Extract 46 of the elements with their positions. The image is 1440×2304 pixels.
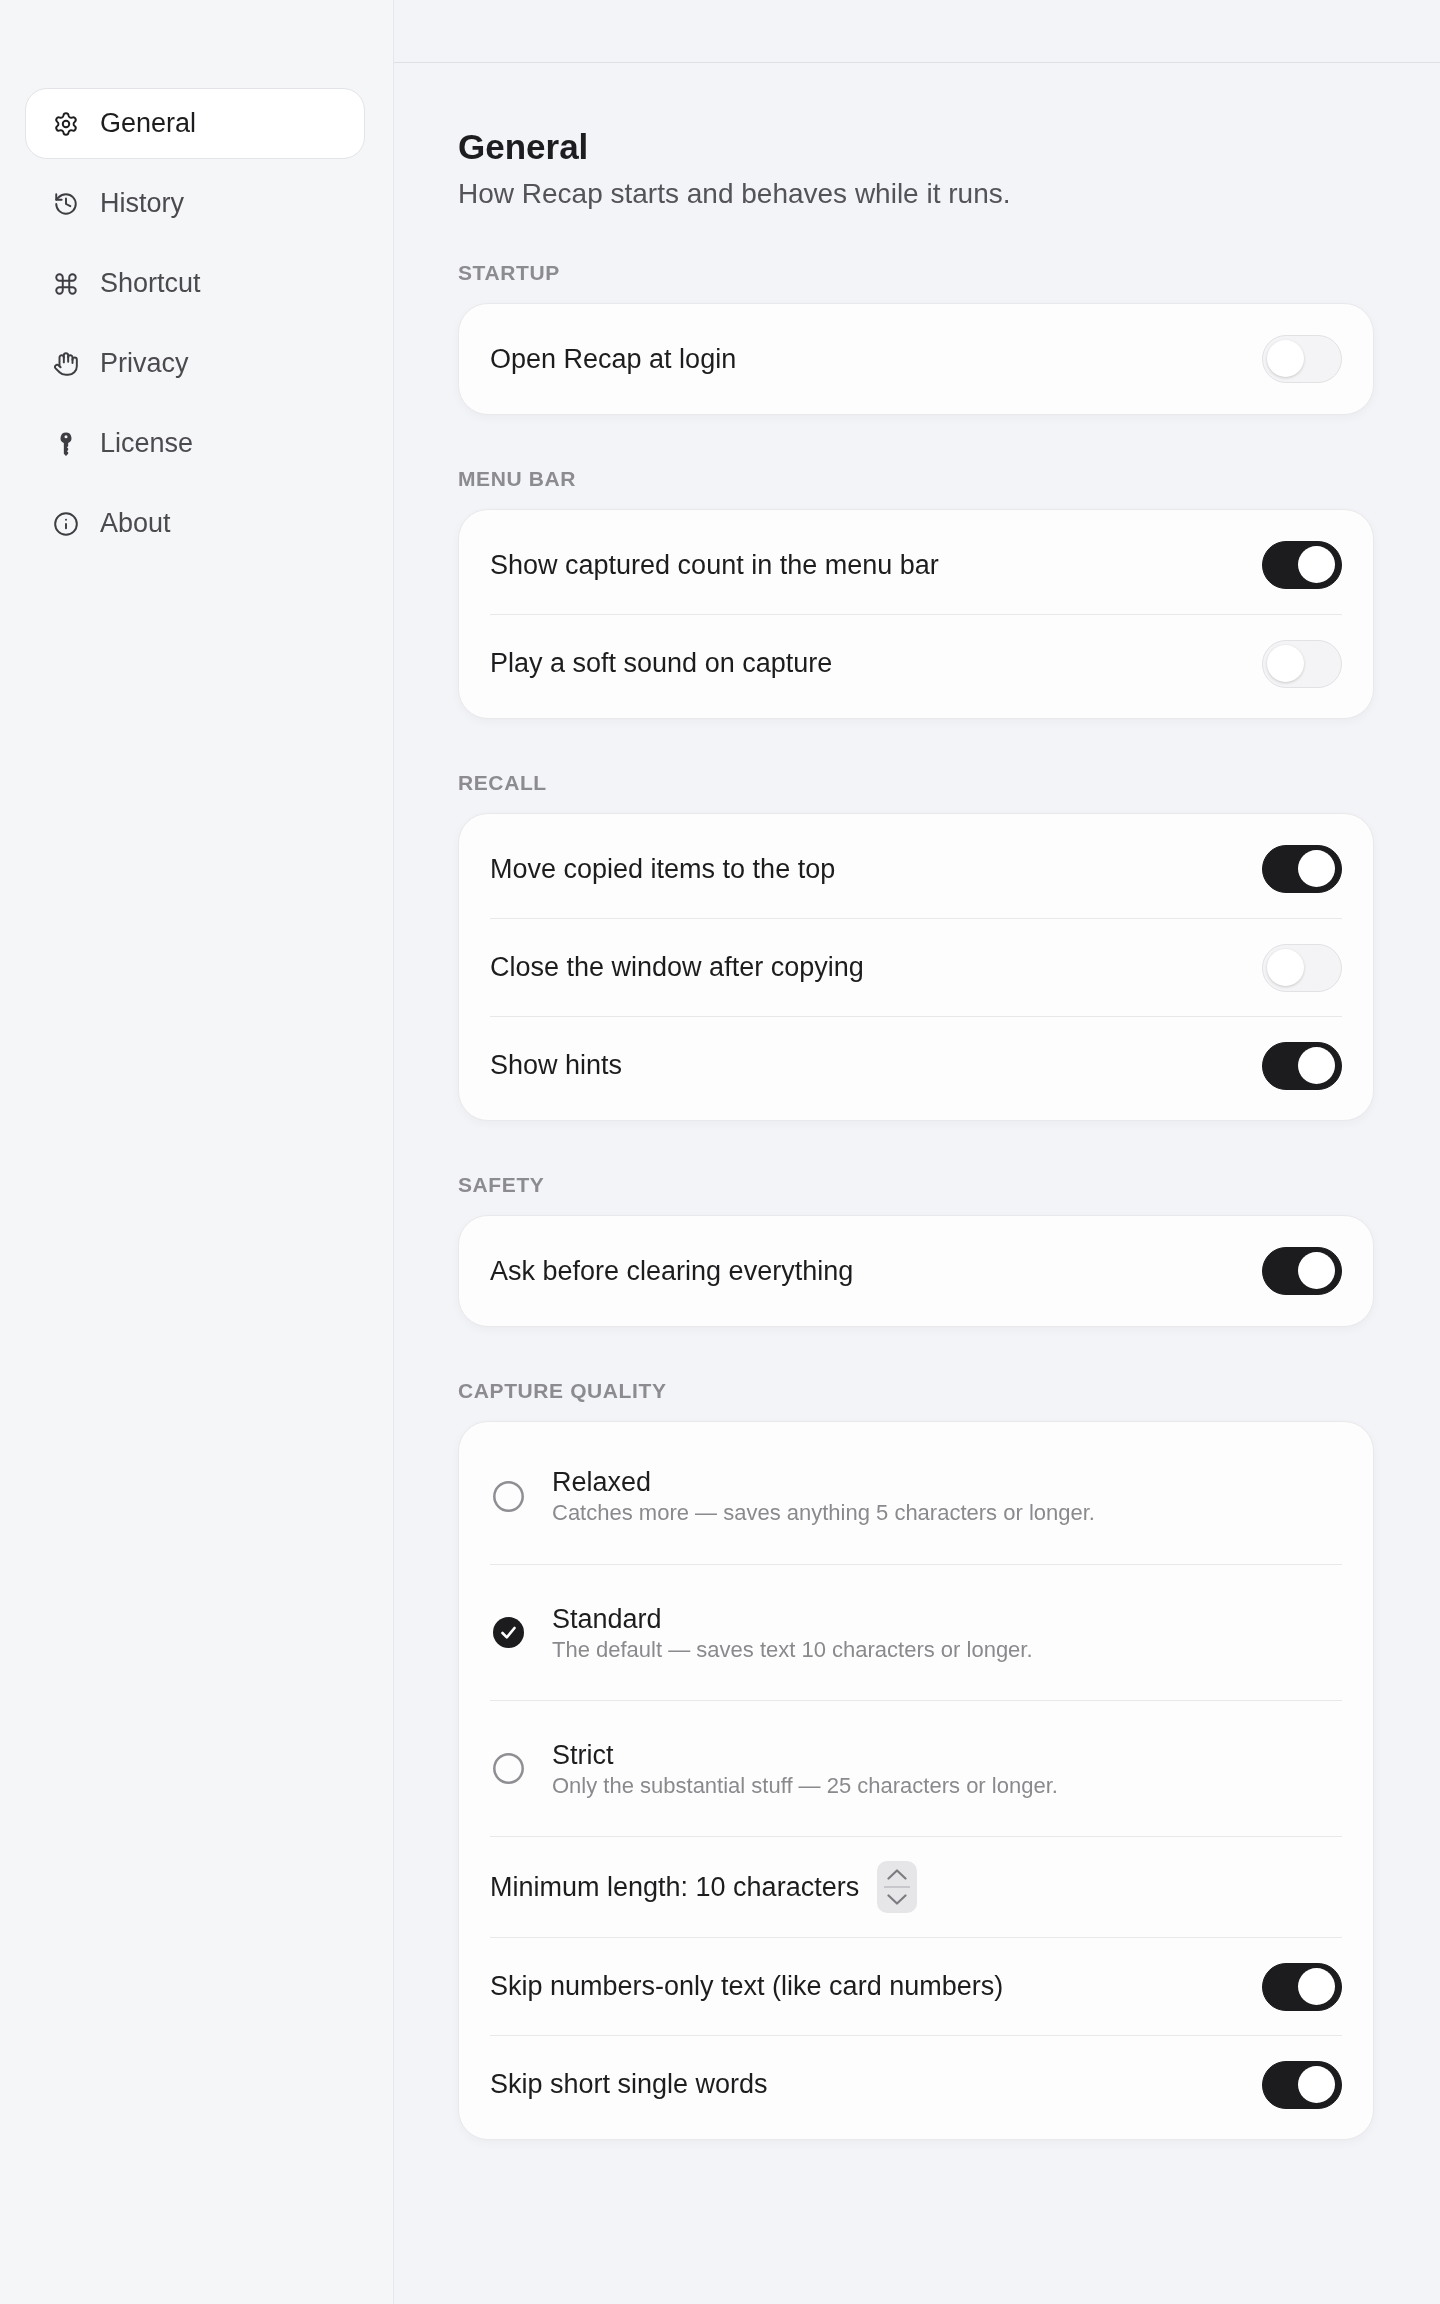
command-key-icon bbox=[53, 270, 79, 297]
option-title: Relaxed bbox=[552, 1466, 653, 1499]
toggle-switch[interactable] bbox=[1262, 1041, 1342, 1090]
info-icon bbox=[53, 510, 79, 537]
sidebar-item[interactable]: About bbox=[25, 488, 365, 559]
toggle-switch[interactable] bbox=[1262, 845, 1342, 893]
hand-icon bbox=[53, 350, 79, 377]
chevron-up-icon bbox=[887, 1868, 908, 1880]
sidebar-item[interactable]: License bbox=[25, 408, 365, 479]
stepper-control[interactable] bbox=[877, 1861, 918, 1913]
setting-label: Show captured count in the menu bar bbox=[490, 548, 939, 582]
setting-label: Play a soft sound on capture bbox=[490, 647, 833, 680]
radio-button[interactable] bbox=[493, 1753, 524, 1784]
settings-icon bbox=[53, 110, 79, 137]
section-heading: MENU BAR bbox=[458, 466, 577, 491]
setting-label: Move copied items to the top bbox=[490, 852, 836, 886]
history-icon bbox=[53, 190, 79, 217]
section-heading: SAFETY bbox=[458, 1172, 546, 1197]
setting-label: Ask before clearing everything bbox=[490, 1254, 854, 1288]
toggle-switch[interactable] bbox=[1262, 2060, 1342, 2109]
section-heading: CAPTURE QUALITY bbox=[458, 1378, 668, 1403]
chevron-down-icon bbox=[887, 1894, 908, 1906]
toggle-switch[interactable] bbox=[1262, 541, 1342, 589]
setting-label: Close the window after copying bbox=[490, 951, 864, 984]
option-title: Strict bbox=[552, 1738, 615, 1772]
option-description: Only the substantial stuff — 25 characters or longer. bbox=[552, 1771, 1058, 1799]
setting-label: Minimum length: 10 characters bbox=[490, 1870, 860, 1904]
setting-label: Skip short single words bbox=[490, 2068, 768, 2101]
setting-label: Skip numbers-only text (like card numbers) bbox=[490, 1970, 1004, 2003]
option-description: The default — saves text 10 characters or longer. bbox=[552, 1635, 1033, 1663]
page-title: General bbox=[458, 126, 590, 168]
radio-button[interactable] bbox=[493, 1617, 524, 1648]
sidebar-item[interactable]: Privacy bbox=[25, 328, 365, 399]
sidebar-item[interactable]: General bbox=[25, 88, 365, 159]
setting-label: Show hints bbox=[490, 1049, 623, 1082]
option-description: Catches more — saves anything 5 characters or longer. bbox=[552, 1499, 1095, 1526]
sidebar-item[interactable]: Shortcut bbox=[25, 248, 365, 319]
sidebar-item[interactable]: History bbox=[25, 168, 365, 239]
option-title: Standard bbox=[552, 1602, 663, 1636]
radio-button[interactable] bbox=[493, 1480, 524, 1512]
section-heading: STARTUP bbox=[458, 260, 561, 285]
page-subtitle: How Recap starts and behaves while it runs. bbox=[458, 177, 1012, 211]
toggle-switch[interactable] bbox=[1262, 1962, 1342, 2011]
toggle-switch[interactable] bbox=[1262, 1247, 1342, 1295]
setting-label: Open Recap at login bbox=[490, 342, 737, 376]
section-heading: RECALL bbox=[458, 770, 548, 795]
